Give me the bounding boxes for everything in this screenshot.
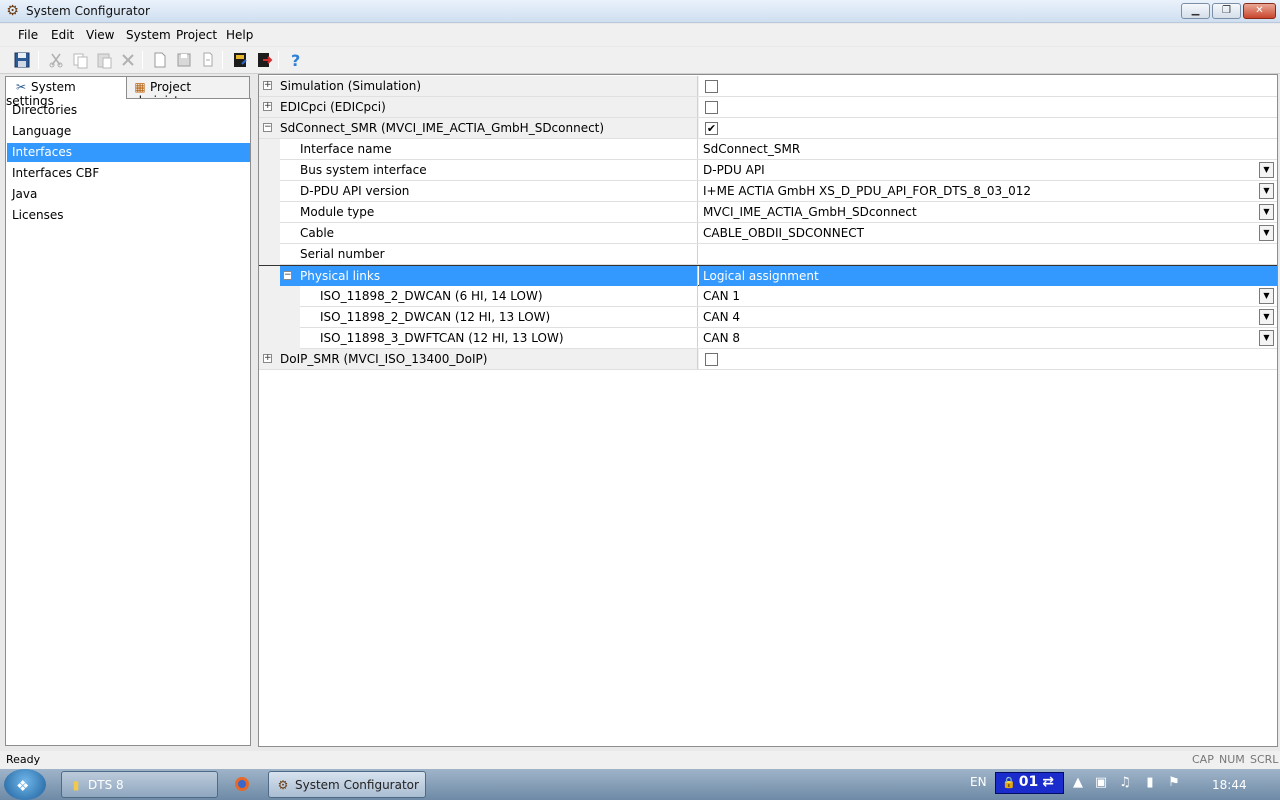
wrench-icon: ✂: [15, 80, 27, 94]
taskbar: ❖ ▮ DTS 8 ⚙ System Configurator EN 🔒 01 ⇄ ▲ …: [0, 769, 1280, 800]
taskbar-item-dts8[interactable]: ▮ DTS 8: [61, 771, 218, 798]
speaker-icon[interactable]: ♫: [1117, 775, 1133, 791]
lock-icon: 🔒: [1002, 776, 1016, 789]
new-document-icon[interactable]: [150, 50, 170, 70]
num-indicator: NUM: [1219, 753, 1245, 766]
property-row[interactable]: Bus system interface D-PDU API ▼: [259, 160, 1277, 181]
expand-icon[interactable]: +: [263, 102, 272, 111]
minimize-button[interactable]: ▁: [1181, 3, 1210, 19]
svg-text:?: ?: [291, 51, 300, 70]
save-icon[interactable]: [12, 50, 32, 70]
windows-logo-icon: ❖: [16, 777, 30, 795]
property-row[interactable]: D-PDU API version I+ME ACTIA GmbH XS_D_P…: [259, 181, 1277, 202]
menu-project[interactable]: Project: [176, 28, 217, 42]
firefox-icon[interactable]: [234, 776, 250, 792]
physical-link-row[interactable]: ISO_11898_3_DWFTCAN (12 HI, 13 LOW) CAN …: [259, 328, 1277, 349]
scroll-indicator: SCRL: [1250, 753, 1279, 766]
expand-icon[interactable]: +: [263, 81, 272, 90]
window-title: System Configurator: [26, 4, 150, 18]
dropdown-arrow-icon[interactable]: ▼: [1259, 204, 1274, 220]
property-row[interactable]: Interface name SdConnect_SMR: [259, 139, 1277, 160]
gear-icon: ⚙: [6, 3, 19, 19]
interface-enable-checkbox[interactable]: [705, 80, 718, 93]
folder-icon: ▮: [72, 778, 80, 792]
dropdown-arrow-icon[interactable]: ▼: [1259, 330, 1274, 346]
physical-links-row[interactable]: − Physical links Logical assignment: [259, 265, 1277, 286]
interface-enable-checkbox[interactable]: ✔: [705, 122, 718, 135]
nav-item-interfaces[interactable]: Interfaces: [7, 143, 250, 162]
dropdown-arrow-icon[interactable]: ▼: [1259, 225, 1274, 241]
menu-edit[interactable]: Edit: [51, 28, 74, 42]
interface-name-value[interactable]: SdConnect_SMR: [703, 142, 800, 156]
property-row[interactable]: Module type MVCI_IME_ACTIA_GmbH_SDconnec…: [259, 202, 1277, 223]
flag-icon[interactable]: ⚑: [1166, 775, 1182, 791]
interface-row-edicpci[interactable]: + EDICpci (EDICpci): [259, 97, 1277, 118]
nav-item-interfaces-cbf[interactable]: Interfaces CBF: [7, 164, 250, 183]
tab-system-settings[interactable]: ✂ System settings: [5, 76, 127, 108]
exit-icon[interactable]: [254, 50, 274, 70]
language-indicator[interactable]: EN: [970, 775, 987, 789]
nav-item-java[interactable]: Java: [7, 185, 250, 204]
title-bar: ⚙ System Configurator ▁ ❐ ✕: [0, 0, 1280, 23]
cut-icon[interactable]: [46, 50, 66, 70]
chevron-up-icon[interactable]: ▲: [1070, 775, 1086, 791]
dropdown-arrow-icon[interactable]: ▼: [1259, 162, 1274, 178]
caps-indicator: CAP: [1192, 753, 1214, 766]
switch-icon: ⇄: [1042, 774, 1054, 790]
toolbar: ?: [0, 47, 1280, 74]
question-icon[interactable]: ?: [286, 50, 306, 70]
toolbar-separator: [278, 51, 279, 69]
help-book-icon[interactable]: [230, 50, 250, 70]
menu-bar: File Edit View System Project Help: [0, 24, 1280, 46]
menu-file[interactable]: File: [18, 28, 38, 42]
interface-row-sdconnect[interactable]: − SdConnect_SMR (MVCI_IME_ACTIA_GmbH_SDc…: [259, 118, 1277, 139]
export-icon[interactable]: [198, 50, 218, 70]
interface-property-grid: + Simulation (Simulation) + EDICpci (EDI…: [258, 74, 1278, 747]
status-text: Ready: [6, 753, 41, 766]
menu-view[interactable]: View: [86, 28, 114, 42]
delete-icon[interactable]: [118, 50, 138, 70]
network-device-icon[interactable]: ▣: [1093, 775, 1109, 791]
menu-help[interactable]: Help: [226, 28, 253, 42]
clock[interactable]: 18:44: [1212, 778, 1247, 792]
paste-icon[interactable]: [94, 50, 114, 70]
interface-row-doip[interactable]: + DoIP_SMR (MVCI_ISO_13400_DoIP): [259, 349, 1277, 370]
collapse-icon[interactable]: −: [283, 271, 292, 280]
interface-enable-checkbox[interactable]: [705, 353, 718, 366]
tab-project-administration[interactable]: ▦Project administr...: [126, 76, 250, 108]
physical-link-row[interactable]: ISO_11898_2_DWCAN (6 HI, 14 LOW) CAN 1 ▼: [259, 286, 1277, 307]
status-bar: Ready CAP NUM SCRL: [0, 751, 1280, 769]
property-row[interactable]: Cable CABLE_OBDII_SDCONNECT ▼: [259, 223, 1277, 244]
menu-system[interactable]: System: [126, 28, 171, 42]
nav-item-language[interactable]: Language: [7, 122, 250, 141]
interface-enable-checkbox[interactable]: [705, 101, 718, 114]
dropdown-arrow-icon[interactable]: ▼: [1259, 309, 1274, 325]
collapse-icon[interactable]: −: [263, 123, 272, 132]
signal-icon[interactable]: ▮: [1142, 775, 1158, 791]
taskbar-item-system-configurator[interactable]: ⚙ System Configurator: [268, 771, 426, 798]
physical-link-row[interactable]: ISO_11898_2_DWCAN (12 HI, 13 LOW) CAN 4 ▼: [259, 307, 1277, 328]
toolbar-separator: [142, 51, 143, 69]
interface-row-simulation[interactable]: + Simulation (Simulation): [259, 76, 1277, 97]
gear-icon: ⚙: [277, 778, 289, 792]
toolbar-separator: [222, 51, 223, 69]
property-row[interactable]: Serial number: [259, 244, 1277, 265]
keyboard-layout-indicator[interactable]: 🔒 01 ⇄: [995, 772, 1064, 794]
project-icon: ▦: [134, 80, 146, 94]
dropdown-arrow-icon[interactable]: ▼: [1259, 288, 1274, 304]
expand-icon[interactable]: +: [263, 354, 272, 363]
start-button[interactable]: ❖: [4, 769, 46, 800]
copy-icon[interactable]: [70, 50, 90, 70]
save-document-icon[interactable]: [174, 50, 194, 70]
close-button[interactable]: ✕: [1243, 3, 1276, 19]
settings-nav: Directories Language Interfaces Interfac…: [5, 98, 251, 746]
toolbar-separator: [38, 51, 39, 69]
nav-item-licenses[interactable]: Licenses: [7, 206, 250, 225]
maximize-button[interactable]: ❐: [1212, 3, 1241, 19]
dropdown-arrow-icon[interactable]: ▼: [1259, 183, 1274, 199]
